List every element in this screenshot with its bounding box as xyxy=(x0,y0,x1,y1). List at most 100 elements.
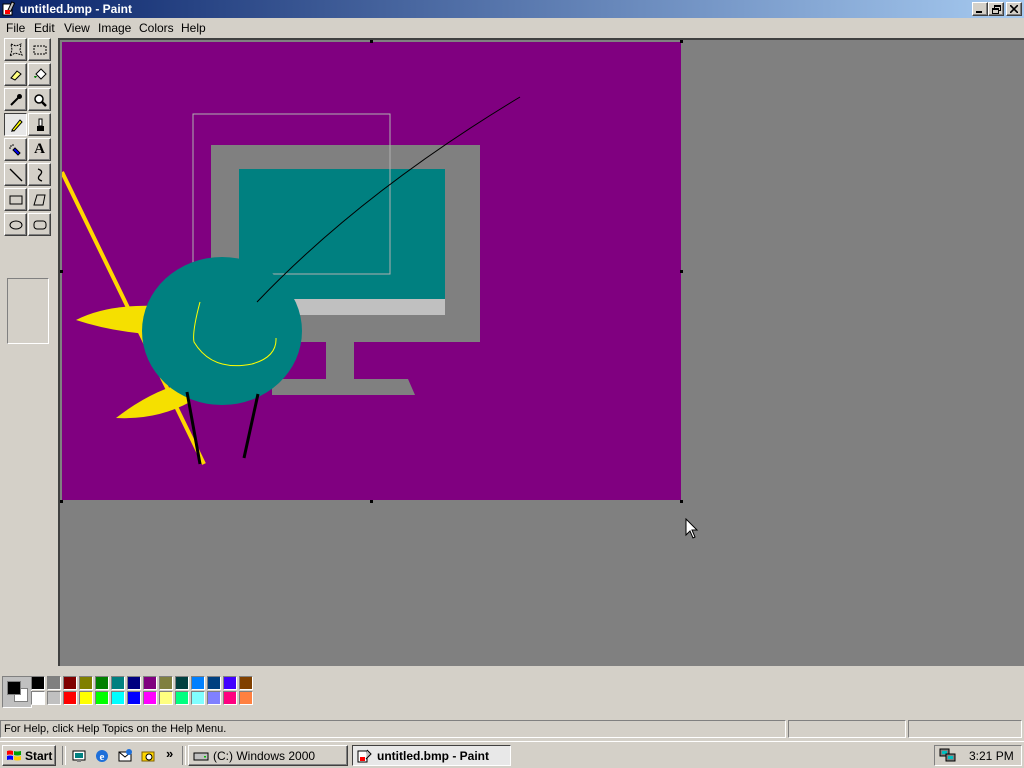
task-paint[interactable]: untitled.bmp - Paint xyxy=(352,745,511,766)
palette-swatch[interactable] xyxy=(127,691,141,705)
palette-swatch[interactable] xyxy=(223,676,237,690)
fill-bucket-icon xyxy=(33,67,47,80)
palette-swatch[interactable] xyxy=(175,676,189,690)
palette-swatch[interactable] xyxy=(47,691,61,705)
resize-handle-bottom-left[interactable] xyxy=(60,500,63,503)
outlook-express-icon[interactable] xyxy=(116,747,134,765)
palette-swatch[interactable] xyxy=(79,676,93,690)
palette-swatch[interactable] xyxy=(175,691,189,705)
palette-swatch[interactable] xyxy=(159,691,173,705)
paint-app-icon[interactable] xyxy=(2,1,18,17)
quick-launch-chevron[interactable]: » xyxy=(166,746,173,761)
task-label: untitled.bmp - Paint xyxy=(377,748,489,763)
windows-explorer-icon[interactable] xyxy=(139,747,157,765)
start-button[interactable]: Start xyxy=(2,745,56,766)
menu-help[interactable]: Help xyxy=(181,21,206,35)
tool-rounded-rectangle[interactable] xyxy=(28,213,51,236)
palette-swatch[interactable] xyxy=(239,676,253,690)
tool-polygon[interactable] xyxy=(28,188,51,211)
current-colors[interactable] xyxy=(2,676,32,708)
tool-options-panel[interactable] xyxy=(7,278,49,344)
tool-select[interactable] xyxy=(28,38,51,61)
status-selection-size xyxy=(908,720,1022,738)
show-desktop-icon[interactable] xyxy=(70,747,88,765)
palette-swatch[interactable] xyxy=(111,691,125,705)
palette-swatch[interactable] xyxy=(207,691,221,705)
tool-rectangle[interactable] xyxy=(4,188,27,211)
palette-swatch[interactable] xyxy=(191,691,205,705)
title-bar[interactable]: untitled.bmp - Paint xyxy=(0,0,1024,18)
tool-eraser[interactable] xyxy=(4,63,27,86)
magnifier-icon xyxy=(33,93,47,107)
palette-swatch[interactable] xyxy=(127,676,141,690)
tool-brush[interactable] xyxy=(28,113,51,136)
resize-handle-left[interactable] xyxy=(60,270,63,273)
polygon-icon xyxy=(32,194,46,205)
foreground-color-swatch[interactable] xyxy=(7,681,21,695)
eraser-icon xyxy=(9,69,22,81)
task-windows-explorer[interactable]: (C:) Windows 2000 xyxy=(188,745,348,766)
drawing-canvas[interactable] xyxy=(62,42,681,500)
palette-swatch[interactable] xyxy=(159,676,173,690)
tool-free-form-select[interactable] xyxy=(4,38,27,61)
tool-pick-color[interactable] xyxy=(4,88,27,111)
status-bar: For Help, click Help Topics on the Help … xyxy=(0,718,1024,740)
palette-swatch[interactable] xyxy=(31,691,45,705)
airbrush-icon xyxy=(8,143,21,156)
palette-swatch[interactable] xyxy=(63,691,77,705)
menu-view[interactable]: View xyxy=(64,21,90,35)
rectangle-icon xyxy=(9,195,22,204)
palette-swatch[interactable] xyxy=(31,676,45,690)
tool-magnifier[interactable] xyxy=(28,88,51,111)
minimize-button[interactable] xyxy=(972,2,988,16)
palette-swatch[interactable] xyxy=(95,691,109,705)
clock[interactable]: 3:21 PM xyxy=(969,749,1014,763)
minimize-icon xyxy=(976,11,982,13)
menu-image[interactable]: Image xyxy=(98,21,131,35)
pencil-icon xyxy=(10,118,23,132)
status-coordinates xyxy=(788,720,906,738)
tool-text[interactable]: A xyxy=(28,138,51,161)
network-icon[interactable] xyxy=(939,747,957,763)
palette-swatch[interactable] xyxy=(143,676,157,690)
taskbar-divider xyxy=(182,746,186,765)
resize-handle-bottom[interactable] xyxy=(370,500,373,503)
menu-edit[interactable]: Edit xyxy=(34,21,55,35)
tool-ellipse[interactable] xyxy=(4,213,27,236)
tool-airbrush[interactable] xyxy=(4,138,27,161)
palette-swatch[interactable] xyxy=(79,691,93,705)
palette-swatch[interactable] xyxy=(223,691,237,705)
tool-line[interactable] xyxy=(4,163,27,186)
system-tray: 3:21 PM xyxy=(934,745,1022,766)
task-label: (C:) Windows 2000 xyxy=(213,748,316,763)
resize-handle-right[interactable] xyxy=(680,270,683,273)
close-icon xyxy=(1010,5,1018,13)
toolbox: A xyxy=(0,38,56,666)
palette-swatch[interactable] xyxy=(63,676,77,690)
rect-select-icon xyxy=(33,45,46,54)
tool-pencil[interactable] xyxy=(4,113,27,136)
palette-swatch[interactable] xyxy=(143,691,157,705)
palette-swatch[interactable] xyxy=(95,676,109,690)
palette-swatch[interactable] xyxy=(111,676,125,690)
ellipse-icon xyxy=(9,220,22,229)
drawn-teal-circle xyxy=(142,257,302,405)
palette-swatch[interactable] xyxy=(207,676,221,690)
restore-button[interactable] xyxy=(988,2,1004,16)
menu-bar: File Edit View Image Colors Help xyxy=(0,18,1024,38)
resize-handle-bottom-right[interactable] xyxy=(680,500,683,503)
palette-swatch[interactable] xyxy=(191,676,205,690)
start-label: Start xyxy=(25,748,53,763)
tool-curve[interactable] xyxy=(28,163,51,186)
palette-swatch[interactable] xyxy=(47,676,61,690)
internet-explorer-icon[interactable]: e xyxy=(93,747,111,765)
close-button[interactable] xyxy=(1006,2,1022,16)
resize-handle-top-right[interactable] xyxy=(680,40,683,43)
menu-colors[interactable]: Colors xyxy=(139,21,174,35)
palette-swatch[interactable] xyxy=(239,691,253,705)
tool-fill[interactable] xyxy=(28,63,51,86)
windows-logo-icon xyxy=(7,750,21,760)
paint-icon xyxy=(357,749,372,762)
resize-handle-top[interactable] xyxy=(370,40,373,43)
menu-file[interactable]: File xyxy=(6,21,25,35)
